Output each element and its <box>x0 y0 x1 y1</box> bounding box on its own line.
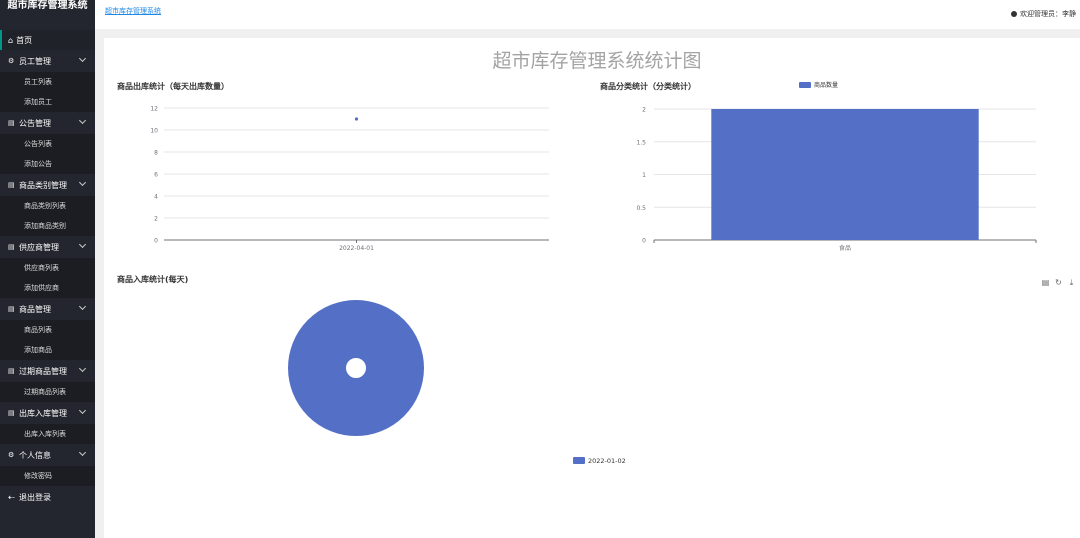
sidebar-group-label: 供应商管理 <box>19 242 59 252</box>
chevron-down-icon <box>78 116 87 125</box>
sidebar-group-label: 过期商品管理 <box>19 366 67 376</box>
chevron-down-icon <box>78 406 87 415</box>
page-title: 超市库存管理系统统计图 <box>492 50 702 72</box>
sidebar-group-7[interactable]: ⚙ 个人信息 <box>0 444 95 466</box>
sidebar-subitem[interactable]: 商品列表 <box>0 320 95 340</box>
sidebar-item-home[interactable]: ⌂ 首页 <box>0 30 95 50</box>
chevron-down-icon <box>78 364 87 373</box>
sidebar-subitem[interactable]: 修改密码 <box>0 466 95 486</box>
y-tick-label: 0 <box>154 238 158 245</box>
sidebar-group-0[interactable]: ⚙ 员工管理 <box>0 50 95 72</box>
sidebar-item-label: 退出登录 <box>19 492 51 502</box>
document-icon: ▤ <box>8 367 15 375</box>
sidebar-group-3[interactable]: ▤ 供应商管理 <box>0 236 95 258</box>
chart-category: 商品数量 0 0.5 1 1.5 2 食品 <box>636 81 1037 252</box>
sidebar-subitem[interactable]: 添加公告 <box>0 154 95 174</box>
sidebar-subitem[interactable]: 商品类别列表 <box>0 196 95 216</box>
user-icon <box>1011 11 1017 17</box>
sidebar-group-6[interactable]: ▤ 出库入库管理 <box>0 402 95 424</box>
chevron-down-icon <box>78 448 87 457</box>
top-header: 超市库存管理系统 欢迎管理员：李静 <box>95 0 1080 29</box>
chart-outbound: 0 2 4 6 8 10 12 2022-04-01 <box>150 106 549 252</box>
pie-slice <box>288 300 424 436</box>
x-tick-label: 食品 <box>839 244 851 252</box>
sidebar-group-1[interactable]: ▤ 公告管理 <box>0 112 95 134</box>
y-tick-label: 12 <box>150 106 158 113</box>
app-title: 超市库存管理系统 <box>7 0 88 11</box>
sidebar-group-5[interactable]: ▤ 过期商品管理 <box>0 360 95 382</box>
sidebar-group-label: 商品管理 <box>19 304 51 314</box>
y-tick-label: 2 <box>642 107 646 114</box>
y-tick-label: 2 <box>154 216 158 223</box>
sidebar-group-2[interactable]: ▤ 商品类别管理 <box>0 174 95 196</box>
sidebar-item-logout[interactable]: ⇠ 退出登录 <box>0 486 95 508</box>
sidebar-subitem[interactable]: 添加员工 <box>0 92 95 112</box>
chevron-down-icon <box>78 54 87 63</box>
y-tick-label: 0.5 <box>636 205 646 212</box>
sidebar-subitem[interactable]: 添加商品 <box>0 340 95 360</box>
home-icon: ⌂ <box>8 35 14 45</box>
y-tick-label: 8 <box>154 150 158 157</box>
logout-icon: ⇠ <box>8 492 15 502</box>
y-tick-label: 1 <box>642 172 646 179</box>
scatter-point <box>354 117 359 121</box>
main-panel: 超市库存管理系统统计图 商品出库统计（每天出库数量） 0 2 4 6 8 10 12 2022… <box>104 38 1080 538</box>
y-tick-label: 6 <box>154 172 158 179</box>
legend-label: 2022-01-02 <box>588 457 626 465</box>
sidebar-subitem[interactable]: 员工列表 <box>0 72 95 92</box>
data-view-icon[interactable]: ▤ <box>1041 278 1050 287</box>
refresh-icon[interactable]: ↻ <box>1054 278 1063 287</box>
document-icon: ▤ <box>8 305 15 313</box>
sidebar: 超市库存管理系统 ⌂ 首页 ⚙ 员工管理员工列表 添加员工 ▤ 公告管理公告列表 添加公告… <box>0 0 95 538</box>
sidebar-group-label: 员工管理 <box>19 56 51 66</box>
chart-toolbox: ▤ ↻ ⤓ <box>1041 278 1076 288</box>
breadcrumb[interactable]: 超市库存管理系统 <box>105 6 161 16</box>
chart-inbound-title: 商品入库统计(每天) <box>117 275 189 284</box>
sidebar-group-label: 个人信息 <box>19 450 51 460</box>
x-tick-label: 2022-04-01 <box>339 245 374 252</box>
gear-icon: ⚙ <box>8 57 15 65</box>
bar <box>711 109 979 240</box>
welcome-text: 欢迎管理员：李静 <box>1020 10 1076 18</box>
sidebar-group-label: 出库入库管理 <box>19 408 67 418</box>
sidebar-subitem[interactable]: 过期商品列表 <box>0 382 95 402</box>
chevron-down-icon <box>78 302 87 311</box>
legend-swatch <box>573 457 585 464</box>
chart-outbound-title: 商品出库统计（每天出库数量） <box>117 82 229 91</box>
legend-swatch <box>799 82 811 88</box>
sidebar-subitem[interactable]: 公告列表 <box>0 134 95 154</box>
welcome-user[interactable]: 欢迎管理员：李静 <box>1011 9 1076 19</box>
y-tick-label: 10 <box>150 128 158 135</box>
sidebar-group-label: 商品类别管理 <box>19 180 67 190</box>
y-tick-label: 4 <box>154 194 158 201</box>
download-icon[interactable]: ⤓ <box>1067 278 1076 287</box>
sidebar-subitem[interactable]: 出库入库列表 <box>0 424 95 444</box>
chevron-down-icon <box>78 178 87 187</box>
sidebar-group-label: 公告管理 <box>19 118 51 128</box>
sidebar-subitem[interactable]: 添加供应商 <box>0 278 95 298</box>
sidebar-item-label: 首页 <box>16 35 33 45</box>
sidebar-group-4[interactable]: ▤ 商品管理 <box>0 298 95 320</box>
y-tick-label: 1.5 <box>636 139 646 146</box>
gear-icon: ⚙ <box>8 451 15 459</box>
sidebar-subitem[interactable]: 添加商品类别 <box>0 216 95 236</box>
y-tick-label: 0 <box>642 238 646 245</box>
sidebar-menu: ⌂ 首页 ⚙ 员工管理 员工列表 添加员工 ▤ 公告管理 公告列表 添加公告 ▤ 商品类别管理 商品… <box>0 30 95 508</box>
chevron-down-icon <box>78 240 87 249</box>
chart-inbound: 2022-01-02 <box>288 300 626 465</box>
document-icon: ▤ <box>8 119 15 127</box>
legend-label: 商品数量 <box>814 81 838 89</box>
document-icon: ▤ <box>8 409 15 417</box>
document-icon: ▤ <box>8 181 15 189</box>
document-icon: ▤ <box>8 243 15 251</box>
sidebar-subitem[interactable]: 供应商列表 <box>0 258 95 278</box>
